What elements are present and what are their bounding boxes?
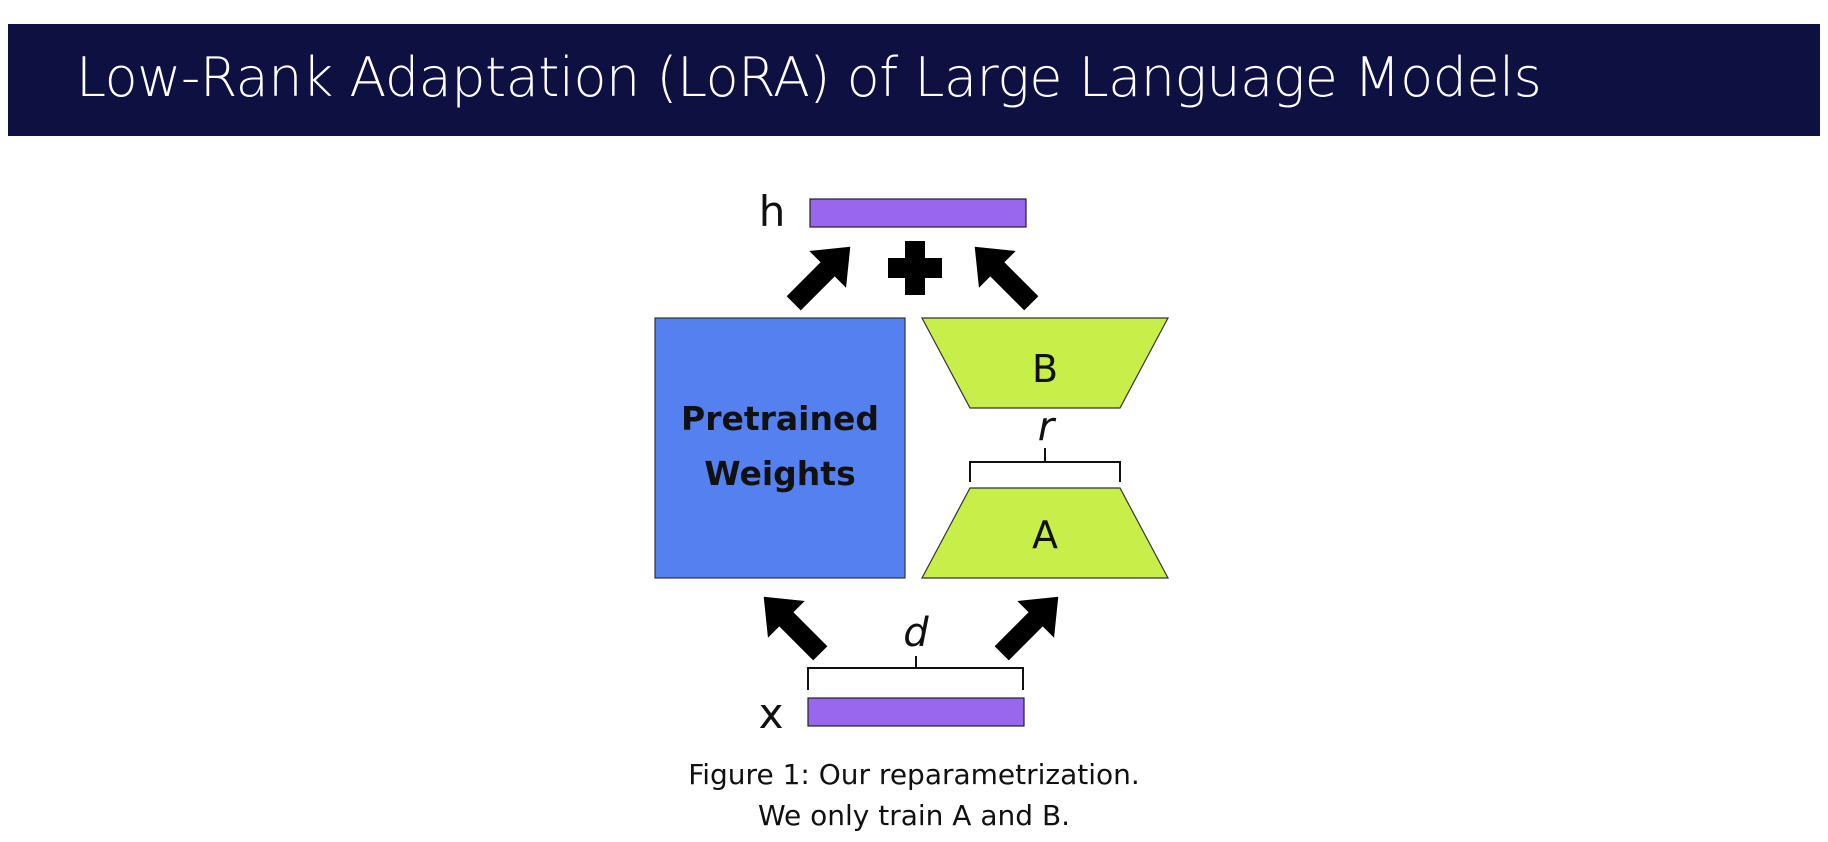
lora-diagram: h Pretrained Weights B r A d x bbox=[654, 187, 1169, 738]
rank-label: r bbox=[1038, 404, 1057, 450]
arrow-icon bbox=[775, 228, 869, 322]
matrix-a-label: A bbox=[1032, 513, 1058, 557]
arrow-icon bbox=[956, 228, 1050, 322]
output-label: h bbox=[759, 187, 786, 236]
output-vector bbox=[809, 198, 1027, 228]
caption-line-1: Figure 1: Our reparametrization. bbox=[688, 758, 1140, 791]
figure-caption: Figure 1: Our reparametrization. We only… bbox=[0, 754, 1828, 836]
input-vector bbox=[807, 697, 1025, 727]
pretrained-weights-label-line1: Pretrained bbox=[681, 399, 879, 438]
dimension-bracket bbox=[807, 656, 1024, 690]
arrow-icon bbox=[745, 578, 839, 672]
caption-line-2: We only train A and B. bbox=[757, 799, 1071, 832]
arrow-icon bbox=[983, 578, 1077, 672]
input-label: x bbox=[759, 689, 784, 738]
slide: Low-Rank Adaptation (LoRA) of Large Lang… bbox=[0, 0, 1828, 842]
dimension-label: d bbox=[903, 610, 929, 656]
matrix-b-label: B bbox=[1032, 347, 1058, 391]
rank-bracket bbox=[969, 448, 1121, 482]
pretrained-weights-label-line2: Weights bbox=[704, 454, 855, 493]
plus-icon bbox=[888, 241, 942, 295]
pretrained-weights-block bbox=[654, 317, 906, 579]
